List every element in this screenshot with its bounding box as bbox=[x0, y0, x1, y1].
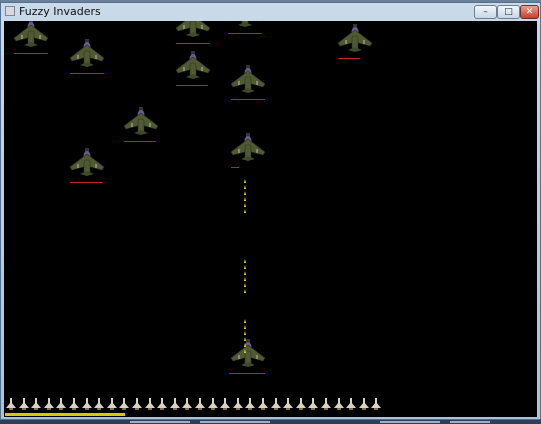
health-bar bbox=[70, 182, 103, 183]
life-icon bbox=[31, 396, 42, 410]
health-bar bbox=[231, 99, 265, 100]
health-bar bbox=[70, 73, 104, 74]
bullet bbox=[244, 349, 246, 353]
bullet bbox=[244, 283, 246, 287]
life-icon bbox=[56, 396, 67, 410]
life-icon bbox=[308, 396, 319, 410]
enemy-plane bbox=[68, 39, 106, 74]
bullet bbox=[244, 259, 246, 263]
health-bar bbox=[124, 141, 156, 142]
enemy-plane bbox=[174, 21, 212, 44]
life-icon bbox=[220, 396, 231, 410]
bullet bbox=[244, 185, 246, 189]
enemy-plane bbox=[122, 107, 160, 142]
bullet bbox=[244, 209, 246, 213]
life-icon bbox=[232, 396, 243, 410]
life-icon bbox=[283, 396, 294, 410]
bullet bbox=[244, 197, 246, 201]
health-bar bbox=[14, 53, 48, 54]
health-bar bbox=[231, 167, 239, 168]
life-icon bbox=[106, 396, 117, 410]
life-icon bbox=[371, 396, 382, 410]
bullet bbox=[244, 191, 246, 195]
bullet bbox=[244, 179, 246, 183]
game-canvas[interactable] bbox=[4, 21, 537, 417]
enemy-plane bbox=[229, 65, 267, 100]
life-icon bbox=[144, 396, 155, 410]
health-bar bbox=[176, 43, 210, 44]
minimize-button[interactable]: – bbox=[474, 5, 497, 19]
maximize-button[interactable]: □ bbox=[497, 5, 520, 19]
enemy-plane bbox=[12, 21, 50, 54]
player-plane bbox=[229, 339, 267, 374]
life-icon bbox=[81, 396, 92, 410]
life-icon bbox=[43, 396, 54, 410]
life-icon bbox=[358, 396, 369, 410]
health-bar bbox=[176, 85, 208, 86]
life-icon bbox=[69, 396, 79, 410]
bullet bbox=[244, 319, 246, 323]
life-icon bbox=[169, 396, 180, 410]
life-icon bbox=[321, 396, 331, 410]
health-bar bbox=[228, 33, 262, 34]
game-window[interactable]: Fuzzy Invaders – □ ✕ bbox=[0, 2, 541, 420]
health-bar bbox=[338, 58, 360, 59]
bullet bbox=[244, 331, 246, 335]
close-button[interactable]: ✕ bbox=[520, 5, 539, 19]
bullet bbox=[244, 271, 246, 275]
bullet bbox=[244, 203, 246, 207]
life-icon bbox=[258, 396, 268, 410]
life-icon bbox=[132, 396, 142, 410]
bullet bbox=[244, 265, 246, 269]
life-icon bbox=[333, 396, 344, 410]
life-icon bbox=[207, 396, 218, 410]
enemy-plane bbox=[174, 51, 212, 86]
bullet bbox=[244, 277, 246, 281]
ammo-pip bbox=[122, 413, 125, 416]
life-icon bbox=[346, 396, 357, 410]
life-icon bbox=[182, 396, 193, 410]
app-icon bbox=[5, 6, 15, 16]
life-icon bbox=[195, 396, 205, 410]
bullet bbox=[244, 289, 246, 293]
health-bar bbox=[229, 373, 265, 374]
bullet bbox=[244, 325, 246, 329]
bullet bbox=[244, 337, 246, 341]
life-icon bbox=[6, 396, 16, 410]
life-icon bbox=[270, 396, 281, 410]
enemy-plane bbox=[229, 133, 267, 168]
life-icon bbox=[245, 396, 256, 410]
taskbar-strip bbox=[0, 420, 541, 424]
enemy-plane bbox=[336, 24, 374, 59]
life-icon bbox=[295, 396, 306, 410]
bullet bbox=[244, 343, 246, 347]
enemy-plane bbox=[226, 21, 264, 34]
enemy-plane bbox=[68, 148, 106, 183]
life-icon bbox=[157, 396, 168, 410]
window-title: Fuzzy Invaders bbox=[19, 5, 101, 18]
life-icon bbox=[119, 396, 130, 410]
life-icon bbox=[94, 396, 105, 410]
title-bar[interactable]: Fuzzy Invaders – □ ✕ bbox=[1, 3, 540, 21]
life-icon bbox=[18, 396, 29, 410]
